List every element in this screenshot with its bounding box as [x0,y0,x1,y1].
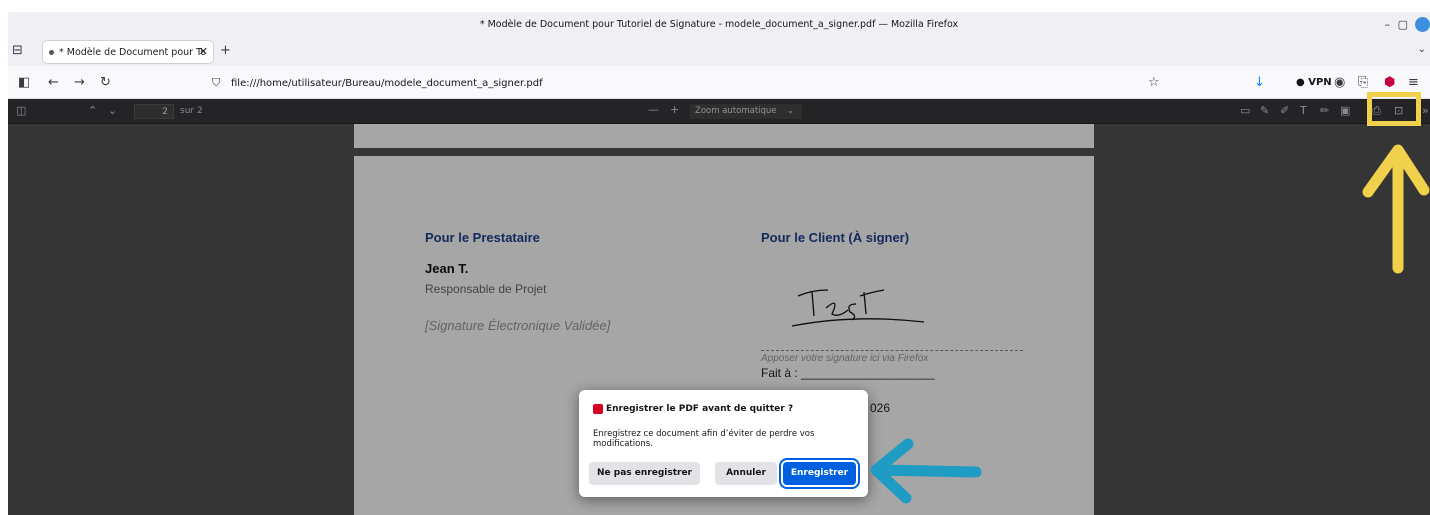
tab-label: * Modèle de Document pour Tutoriel de Si… [59,47,205,58]
tab-document[interactable]: * Modèle de Document pour Tutoriel de Si… [42,40,214,64]
vpn-label: VPN [1308,77,1332,88]
dont-save-button[interactable]: Ne pas enregistrer [589,462,700,485]
vpn-button[interactable]: ● VPN [1296,77,1332,88]
tab-favicon-icon [49,50,54,55]
list-all-tabs-icon[interactable]: ⌄ [1418,45,1426,55]
shield-icon[interactable]: ⛉ [212,77,220,88]
minimize-icon[interactable]: – [1385,18,1391,31]
cancel-button[interactable]: Annuler [715,462,777,485]
highlight-box [1367,92,1421,126]
url-bar[interactable]: file:///home/utilisateur/Bureau/modele_d… [231,78,543,89]
ublock-icon[interactable]: ⬢ [1384,76,1395,89]
sidebar-icon[interactable]: ◧ [18,76,30,89]
reload-icon[interactable]: ↻ [100,76,111,89]
dialog-title: Enregistrer le PDF avant de quitter ? [606,404,794,414]
yellow-arrow-icon [1362,144,1430,274]
window-title: * Modèle de Document pour Tutoriel de Si… [479,19,959,30]
pdf-file-icon [593,404,603,414]
extensions-icon[interactable]: ⎘ [1358,76,1368,89]
blue-arrow-icon [870,438,982,504]
bookmark-star-icon[interactable]: ☆ [1148,76,1160,89]
save-button[interactable]: Enregistrer [779,458,860,489]
back-icon[interactable]: ← [48,76,59,89]
forward-icon[interactable]: → [74,76,85,89]
downloads-icon[interactable]: ↓ [1254,76,1265,89]
tab-close-icon[interactable]: ✕ [199,45,208,58]
tab-bar: ⊟ * Modèle de Document pour Tutoriel de … [8,38,1430,66]
new-tab-icon[interactable]: + [220,44,231,57]
account-icon[interactable]: ◉ [1334,76,1345,89]
dialog-body: Enregistrez ce document afin d’éviter de… [593,429,815,449]
window-titlebar: * Modèle de Document pour Tutoriel de Si… [8,12,1430,38]
close-window-icon[interactable] [1415,17,1430,32]
save-dialog: Enregistrer le PDF avant de quitter ? En… [579,390,868,497]
menu-icon[interactable]: ≡ [1408,76,1419,89]
tab-list-icon[interactable]: ⊟ [12,44,23,57]
maximize-icon[interactable]: ▢ [1398,18,1408,31]
navigation-bar: ◧ ← → ↻ ⛉ file:///home/utilisateur/Burea… [8,66,1430,99]
